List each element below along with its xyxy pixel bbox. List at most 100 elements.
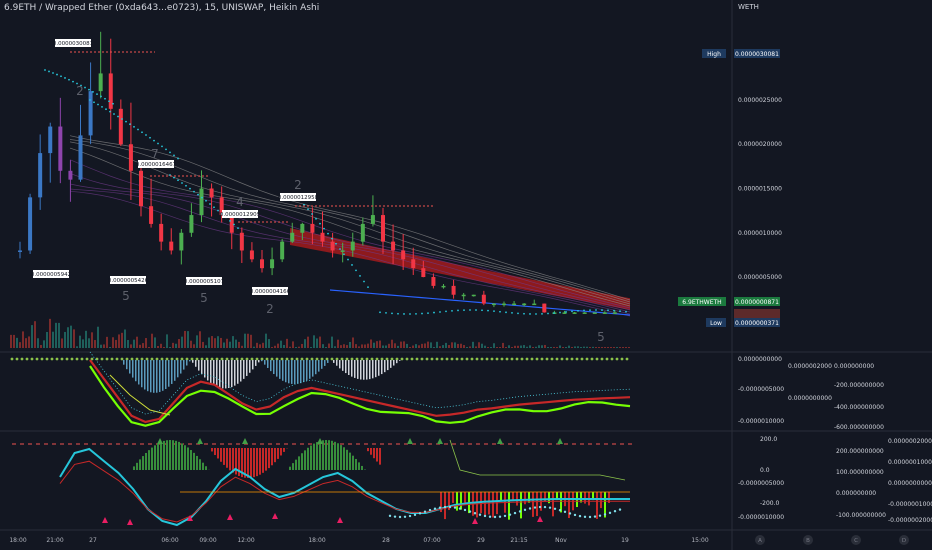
- histogram-bar: [175, 440, 177, 470]
- histogram-bar: [181, 443, 183, 470]
- histogram-bar: [178, 441, 180, 470]
- histogram-bar: [162, 360, 164, 391]
- zero-dot: [560, 357, 564, 361]
- sar-dot: [363, 280, 365, 283]
- histogram-bar: [363, 360, 365, 380]
- zero-dot: [425, 357, 429, 361]
- histogram-bar: [171, 360, 173, 384]
- sar-dot: [112, 102, 114, 105]
- price-badge: High 0.0000030081: [702, 49, 780, 58]
- histogram-bar: [205, 466, 207, 470]
- oscillator-dot: [603, 513, 607, 516]
- volume-bar: [592, 346, 594, 348]
- histogram-bar: [273, 360, 275, 375]
- y-tick-label: 0.0000005000: [738, 274, 782, 281]
- compare-button[interactable]: D: [899, 535, 909, 545]
- volume-bar: [526, 346, 528, 348]
- zero-dot: [65, 357, 69, 361]
- histogram-bar: [333, 360, 335, 363]
- compare-letter: A: [758, 538, 762, 544]
- histogram-bar: [279, 360, 281, 379]
- sar-dot: [303, 203, 305, 206]
- histogram-bar: [156, 360, 158, 393]
- signal-triangle: [157, 438, 163, 444]
- sar-dot: [181, 182, 183, 184]
- volume-bar: [181, 336, 183, 348]
- sar-dot: [104, 97, 106, 100]
- oscillator-dot: [408, 514, 412, 518]
- zero-dot: [120, 357, 124, 361]
- compare-button[interactable]: B: [803, 535, 813, 545]
- volume-bar: [601, 347, 603, 348]
- zero-dot: [205, 357, 209, 361]
- volume-bar: [154, 337, 156, 348]
- zero-dot: [500, 357, 504, 361]
- zero-dot: [465, 357, 469, 361]
- histogram-bar: [165, 360, 167, 389]
- oscillator-dot: [563, 510, 567, 514]
- sar-dot: [197, 193, 199, 196]
- volume-bar: [628, 347, 630, 348]
- volume-bar: [481, 343, 483, 348]
- volume-bar: [166, 334, 168, 348]
- volume-bar: [514, 345, 516, 348]
- volume-bar: [598, 347, 600, 348]
- histogram-bar: [174, 360, 176, 381]
- sar-dot: [487, 309, 489, 312]
- zero-dot: [390, 357, 394, 361]
- volume-bar: [400, 341, 402, 348]
- volume-bar: [439, 346, 441, 348]
- chart-canvas[interactable]: 0.00000250000.00000200000.00000150000.00…: [0, 0, 932, 550]
- histogram-bar: [492, 492, 494, 518]
- volume-bar: [262, 342, 264, 348]
- histogram-bar: [536, 492, 538, 517]
- zero-dot: [415, 357, 419, 361]
- sar-dot: [475, 309, 477, 311]
- zero-dot: [270, 357, 274, 361]
- ma-line: [69, 159, 631, 309]
- volume-bar: [232, 336, 234, 348]
- volume-bar: [118, 334, 120, 348]
- histogram-bar: [168, 360, 170, 387]
- candle-body: [28, 197, 33, 251]
- candle-body: [290, 232, 295, 242]
- volume-bar: [43, 340, 45, 348]
- volume-bar: [550, 347, 552, 348]
- sar-dot: [327, 232, 329, 235]
- candle-body: [58, 126, 63, 171]
- sar-dot: [385, 311, 387, 314]
- volume-bar: [379, 340, 381, 348]
- histogram-bar: [223, 448, 225, 465]
- osc1-axis-2: 0.0000000000: [788, 395, 832, 402]
- sar-dot: [511, 312, 513, 314]
- volume-bar: [34, 321, 36, 348]
- histogram-bar: [229, 448, 231, 471]
- histogram-bar: [145, 452, 147, 470]
- volume-bar: [391, 339, 393, 348]
- volume-bar: [139, 344, 141, 348]
- sar-dot: [481, 309, 483, 312]
- zero-dot: [100, 357, 104, 361]
- zero-dot: [160, 357, 164, 361]
- volume-bar: [346, 345, 348, 348]
- histogram-bar: [456, 492, 458, 511]
- compare-button[interactable]: C: [851, 535, 861, 545]
- histogram-bar: [460, 492, 462, 510]
- volume-bar: [223, 342, 225, 348]
- sar-dot: [523, 312, 525, 315]
- volume-bar: [205, 345, 207, 348]
- sar-dot: [583, 309, 585, 312]
- sar-dot: [129, 123, 131, 126]
- zero-dot: [475, 357, 479, 361]
- price-label-low: 0.0000004166: [250, 287, 291, 295]
- osc1-axis-3: -600.000000000: [834, 424, 884, 431]
- signal-triangle: [272, 513, 278, 519]
- zero-dot: [370, 357, 374, 361]
- compare-button[interactable]: A: [755, 535, 765, 545]
- sar-dot: [193, 190, 195, 193]
- sar-dot: [201, 196, 203, 199]
- zero-dot: [80, 357, 84, 361]
- compare-letter: B: [806, 538, 810, 544]
- signal-triangle: [337, 517, 343, 523]
- volume-bar: [364, 344, 366, 348]
